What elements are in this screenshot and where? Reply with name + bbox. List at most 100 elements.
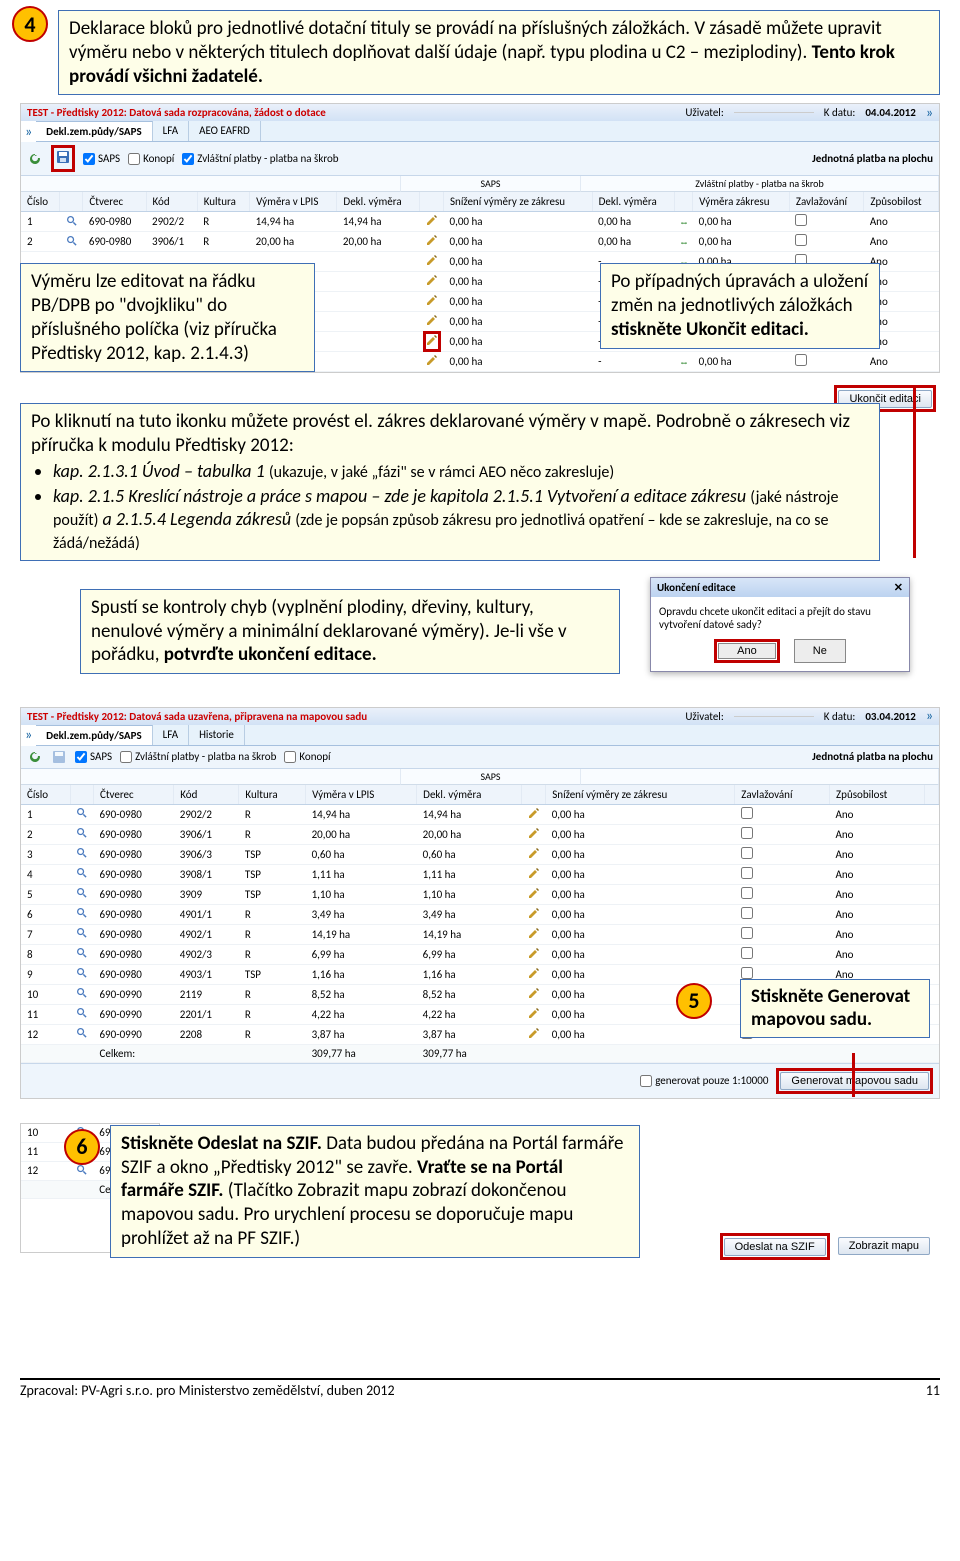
col-vymera-lpis[interactable]: Výměra v LPIS	[250, 192, 337, 212]
edit-icon[interactable]	[522, 964, 546, 984]
col-cislo[interactable]: Číslo	[21, 192, 60, 212]
tab-lfa-2[interactable]: LFA	[153, 725, 189, 745]
magnify-icon[interactable]	[70, 864, 93, 884]
refresh-icon[interactable]	[27, 151, 43, 167]
close-icon[interactable]: ✕	[894, 581, 903, 594]
edit-icon[interactable]	[522, 864, 546, 884]
arrow-icon[interactable]	[675, 232, 693, 252]
edit-icon[interactable]	[420, 332, 444, 352]
tab-saps-2[interactable]: Dekl.zem.půdy/SAPS	[36, 725, 152, 745]
col-kod-2[interactable]: Kód	[174, 785, 239, 805]
expand-icon[interactable]: »	[926, 108, 933, 118]
magnify-icon[interactable]	[70, 1004, 93, 1024]
edit-icon[interactable]	[420, 272, 444, 292]
arrow-icon[interactable]	[675, 212, 693, 232]
magnify-icon[interactable]	[70, 1024, 93, 1044]
zavlaz-checkbox[interactable]	[735, 884, 830, 904]
edit-icon[interactable]	[420, 292, 444, 312]
zavlaz-checkbox[interactable]	[789, 232, 863, 252]
chk-konopi[interactable]: Konopí	[128, 152, 174, 165]
col-snizeni[interactable]: Snížení výměry ze zákresu	[444, 192, 593, 212]
magnify-icon[interactable]	[70, 984, 93, 1004]
edit-icon[interactable]	[420, 212, 444, 232]
chk-zvlastni-2[interactable]: Zvláštní platby - platba na škrob	[120, 750, 276, 763]
magnify-icon[interactable]	[70, 964, 93, 984]
chk-zvlastni[interactable]: Zvláštní platby - platba na škrob	[182, 152, 338, 165]
edit-icon[interactable]	[522, 844, 546, 864]
table-row[interactable]: 8 690-09804902/3R6,99 ha6,99 ha 0,00 ha …	[21, 944, 939, 964]
edit-icon[interactable]	[522, 924, 546, 944]
zavlaz-checkbox[interactable]	[735, 924, 830, 944]
col-cislo-2[interactable]: Číslo	[21, 785, 70, 805]
table-row[interactable]: 1 690-09802902/2R14,94 ha14,94 ha 0,00 h…	[21, 804, 939, 824]
col-snizeni-2[interactable]: Snížení výměry ze zákresu	[546, 785, 735, 805]
chk-konopi-2[interactable]: Konopí	[284, 750, 330, 763]
col-kultura-2[interactable]: Kultura	[239, 785, 306, 805]
table-row[interactable]: 2 690-09803906/1R20,00 ha20,00 ha 0,00 h…	[21, 824, 939, 844]
chk-saps[interactable]: SAPS	[83, 152, 120, 165]
magnify-icon[interactable]	[70, 844, 93, 864]
col-zpusob[interactable]: Způsobilost	[864, 192, 939, 212]
magnify-icon[interactable]	[70, 884, 93, 904]
table-row[interactable]: 5 690-09803909TSP1,10 ha1,10 ha 0,00 ha …	[21, 884, 939, 904]
edit-icon[interactable]	[522, 1024, 546, 1044]
zavlaz-checkbox[interactable]	[789, 212, 863, 232]
table-row[interactable]: 6 690-09804901/1R3,49 ha3,49 ha 0,00 ha …	[21, 904, 939, 924]
edit-icon[interactable]	[522, 884, 546, 904]
tab-lfa[interactable]: LFA	[153, 121, 189, 141]
edit-icon[interactable]	[522, 1004, 546, 1024]
collapse-icon-2[interactable]: »	[21, 730, 36, 740]
tab-aeo[interactable]: AEO EAFRD	[189, 121, 261, 141]
magnify-icon[interactable]	[60, 212, 83, 232]
chk-saps-2[interactable]: SAPS	[75, 750, 112, 763]
col-vymera-lpis-2[interactable]: Výměra v LPIS	[306, 785, 417, 805]
edit-icon[interactable]	[522, 904, 546, 924]
col-vymera-zakresu[interactable]: Výměra zákresu	[693, 192, 790, 212]
table-row[interactable]: 1 690-09802902/2R14,94 ha14,94 ha 0,00 h…	[21, 212, 939, 232]
magnify-icon[interactable]	[60, 232, 83, 252]
table-row[interactable]: 7 690-09804902/1R14,19 ha14,19 ha 0,00 h…	[21, 924, 939, 944]
expand-icon-2[interactable]: »	[926, 711, 933, 721]
zavlaz-checkbox[interactable]	[735, 824, 830, 844]
edit-icon[interactable]	[522, 984, 546, 1004]
zavlaz-checkbox[interactable]	[735, 944, 830, 964]
save-icon-2[interactable]	[51, 749, 67, 765]
tab-historie-2[interactable]: Historie	[189, 725, 245, 745]
col-dekl-vymera[interactable]: Dekl. výměra	[337, 192, 420, 212]
magnify-icon[interactable]	[70, 804, 93, 824]
col-zavlaz-2[interactable]: Zavlažování	[735, 785, 830, 805]
odeslat-button[interactable]: Odeslat na SZIF	[724, 1238, 826, 1256]
col-dekl-vymera-2[interactable]: Dekl. výměra	[417, 785, 522, 805]
zavlaz-checkbox[interactable]	[735, 804, 830, 824]
col-zavlaz[interactable]: Zavlažování	[789, 192, 863, 212]
edit-icon[interactable]	[420, 232, 444, 252]
zavlaz-checkbox[interactable]	[735, 904, 830, 924]
zobrazit-button[interactable]: Zobrazit mapu	[838, 1237, 930, 1255]
edit-icon[interactable]	[522, 804, 546, 824]
table-row[interactable]: 3 690-09803906/3TSP0,60 ha0,60 ha 0,00 h…	[21, 844, 939, 864]
refresh-icon-2[interactable]	[27, 749, 43, 765]
magnify-icon[interactable]	[70, 824, 93, 844]
tab-saps[interactable]: Dekl.zem.půdy/SAPS	[36, 121, 152, 141]
dialog-yes-button[interactable]: Ano	[718, 643, 776, 659]
col-kod[interactable]: Kód	[146, 192, 197, 212]
magnify-icon[interactable]	[70, 904, 93, 924]
table-row[interactable]: 4 690-09803908/1TSP1,11 ha1,11 ha 0,00 h…	[21, 864, 939, 884]
col-kultura[interactable]: Kultura	[197, 192, 249, 212]
table-row[interactable]: 2 690-09803906/1R20,00 ha20,00 ha 0,00 h…	[21, 232, 939, 252]
zavlaz-checkbox[interactable]	[735, 844, 830, 864]
zavlaz-checkbox[interactable]	[789, 352, 863, 372]
magnify-icon[interactable]	[70, 944, 93, 964]
dialog-no-button[interactable]: Ne	[794, 639, 846, 663]
edit-icon[interactable]	[420, 312, 444, 332]
edit-icon[interactable]	[522, 824, 546, 844]
col-ctverec[interactable]: Čtverec	[83, 192, 146, 212]
magnify-icon[interactable]	[70, 924, 93, 944]
collapse-icon[interactable]: »	[21, 127, 36, 137]
chk-gen10000[interactable]: generovat pouze 1:10000	[640, 1074, 768, 1087]
zavlaz-checkbox[interactable]	[735, 864, 830, 884]
col-ctverec-2[interactable]: Čtverec	[93, 785, 173, 805]
edit-icon[interactable]	[522, 944, 546, 964]
save-icon[interactable]	[55, 149, 71, 165]
col-zpusob-2[interactable]: Způsobilost	[830, 785, 925, 805]
